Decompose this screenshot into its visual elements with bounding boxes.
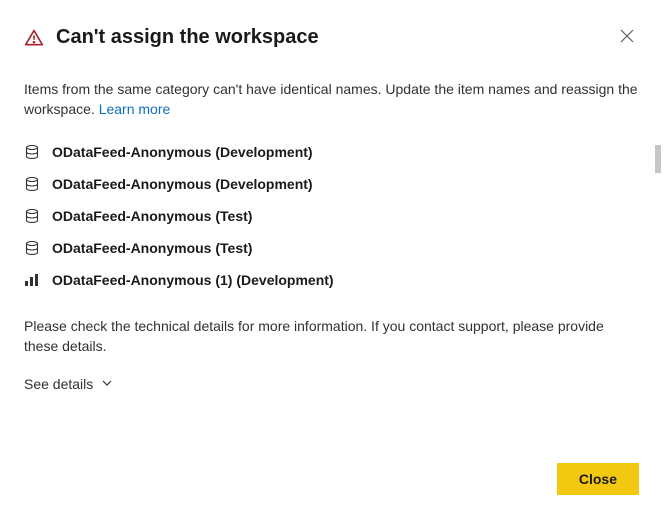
list-item: ODataFeed-Anonymous (Development)	[24, 176, 639, 192]
dialog-header: Can't assign the workspace	[24, 24, 639, 51]
database-icon	[24, 208, 40, 224]
database-icon	[24, 240, 40, 256]
see-details-label: See details	[24, 376, 93, 392]
list-item-label: ODataFeed-Anonymous (Development)	[52, 144, 313, 160]
technical-detail-text: Please check the technical details for m…	[24, 316, 639, 357]
dialog-body-text: Items from the same category can't have …	[24, 79, 639, 120]
close-button[interactable]: Close	[557, 463, 639, 495]
dialog-title: Can't assign the workspace	[56, 26, 319, 49]
database-icon	[24, 176, 40, 192]
list-item-label: ODataFeed-Anonymous (Test)	[52, 208, 252, 224]
chevron-down-icon	[101, 376, 113, 392]
warning-icon	[24, 28, 44, 48]
chart-icon	[24, 272, 40, 288]
close-icon-button[interactable]	[615, 24, 639, 51]
list-item-label: ODataFeed-Anonymous (Test)	[52, 240, 252, 256]
error-dialog: Can't assign the workspace Items from th…	[0, 0, 663, 519]
dialog-footer: Close	[24, 463, 639, 495]
list-item: ODataFeed-Anonymous (1) (Development)	[24, 272, 639, 288]
scrollbar-thumb[interactable]	[655, 145, 661, 173]
list-item: ODataFeed-Anonymous (Development)	[24, 144, 639, 160]
see-details-toggle[interactable]: See details	[24, 376, 639, 392]
list-item: ODataFeed-Anonymous (Test)	[24, 208, 639, 224]
close-icon	[619, 28, 635, 47]
learn-more-link[interactable]: Learn more	[99, 101, 171, 117]
header-left: Can't assign the workspace	[24, 26, 319, 49]
list-item-label: ODataFeed-Anonymous (1) (Development)	[52, 272, 334, 288]
conflict-items-list: ODataFeed-Anonymous (Development) ODataFe…	[24, 144, 639, 288]
database-icon	[24, 144, 40, 160]
list-item: ODataFeed-Anonymous (Test)	[24, 240, 639, 256]
list-item-label: ODataFeed-Anonymous (Development)	[52, 176, 313, 192]
